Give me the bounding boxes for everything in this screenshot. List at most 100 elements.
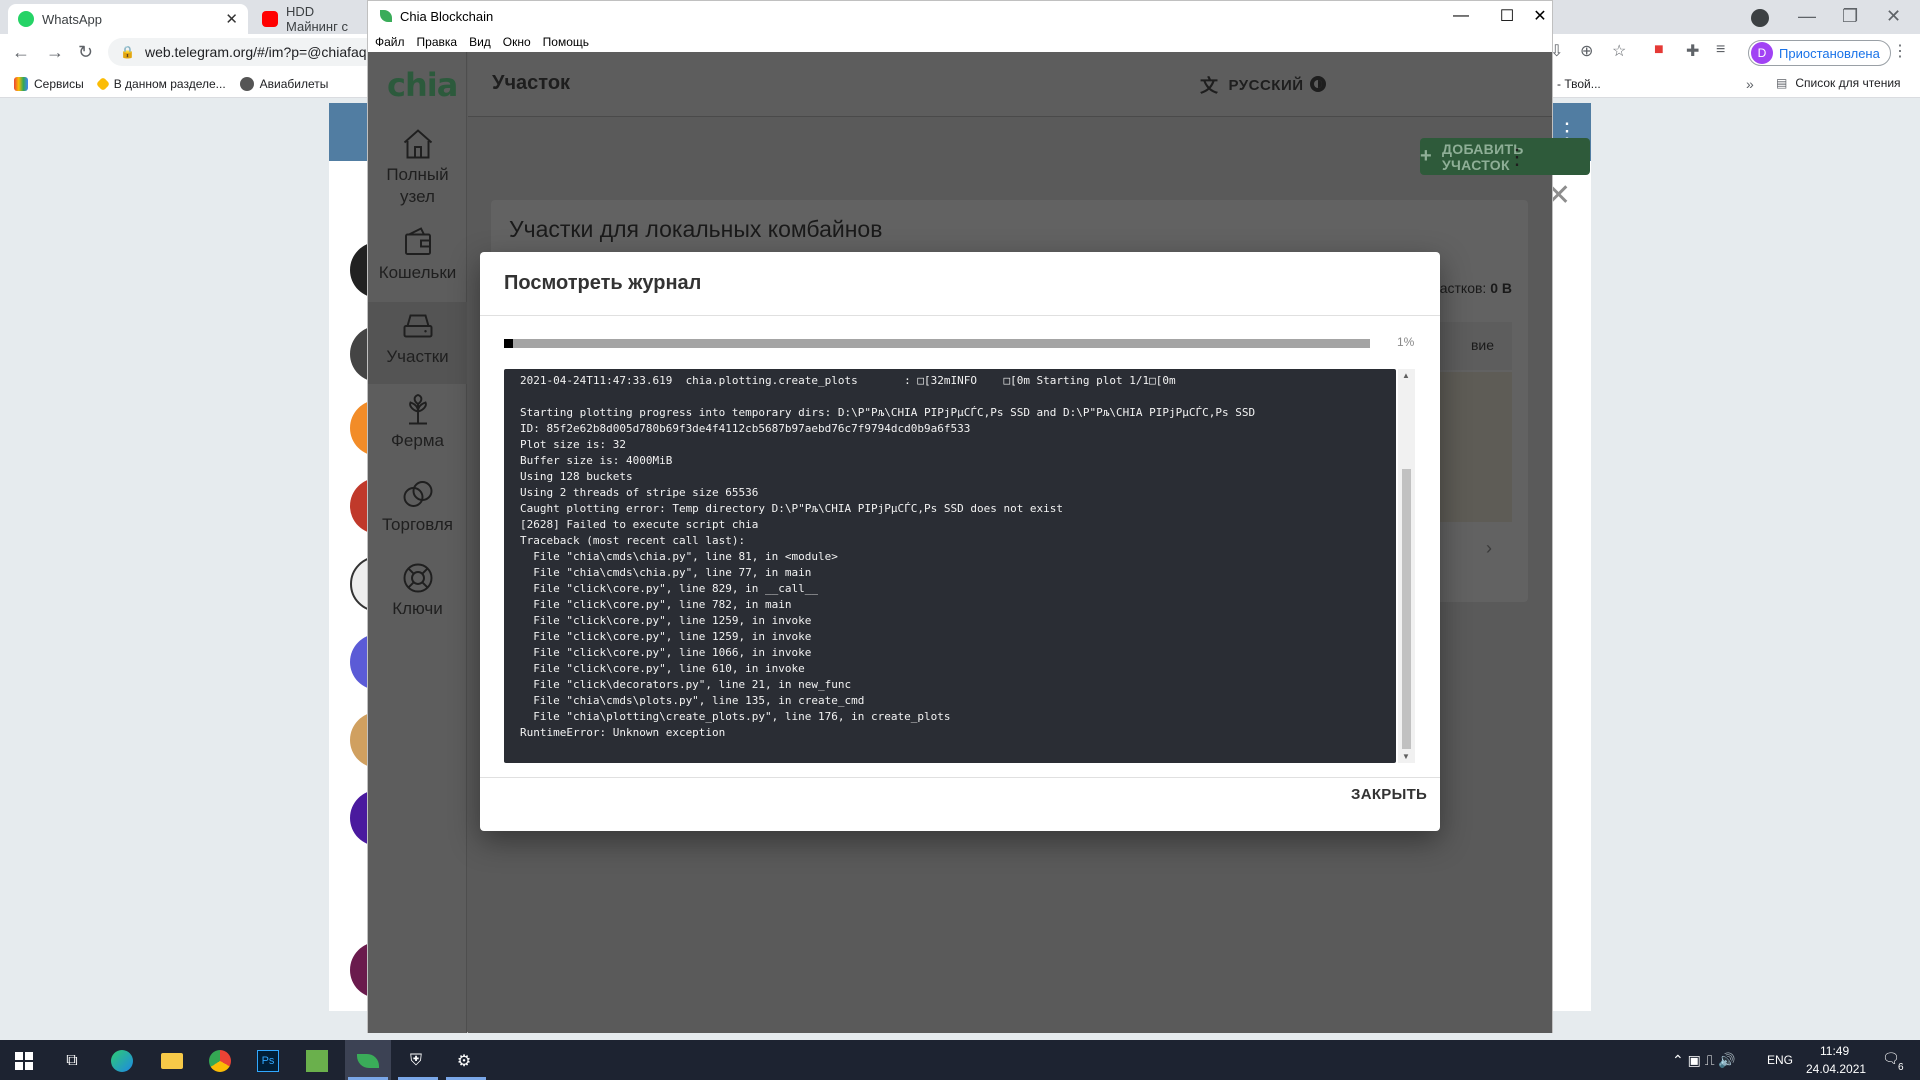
reading-list-icon: ▤	[1776, 76, 1788, 90]
bookmark-star-icon[interactable]: ☆	[1612, 41, 1626, 61]
progress-fill	[504, 339, 513, 348]
browser-menu-icon[interactable]: ⋮	[1892, 41, 1908, 61]
back-icon[interactable]: ←	[12, 42, 30, 63]
bookmark-label: В данном разделе...	[113, 76, 226, 91]
plus-icon: +	[1420, 145, 1432, 167]
scrollbar-thumb[interactable]	[1402, 469, 1411, 749]
tray-icons[interactable]: ⌃ ▣ ⎍ 🔊	[1672, 1052, 1736, 1069]
input-language[interactable]: ENG	[1767, 1053, 1793, 1067]
scroll-down-icon[interactable]: ▼	[1402, 752, 1410, 761]
acrobat-icon[interactable]: ■	[1654, 41, 1664, 59]
menu-help[interactable]: Помощь	[543, 35, 589, 49]
view-log-dialog: Посмотреть журнал 1% 2021-04-24T11:47:33…	[480, 252, 1440, 831]
language-selector[interactable]: 文 РУССКИЙ ▾	[1200, 72, 1321, 98]
file-explorer-icon[interactable]	[160, 1049, 184, 1073]
browser-tab-youtube[interactable]: HDD Майнинг с	[252, 4, 372, 34]
profile-status: Приостановлена	[1779, 45, 1880, 61]
log-output[interactable]: 2021-04-24T11:47:33.619 chia.plotting.cr…	[504, 369, 1396, 763]
browser-tab-whatsapp[interactable]: WhatsApp ✕	[8, 4, 248, 34]
nav-label: узел	[400, 187, 435, 206]
chrome-icon[interactable]	[208, 1049, 232, 1073]
task-view-icon[interactable]: ⧉	[60, 1049, 84, 1073]
bookmark-section[interactable]: В данном разделе...	[95, 76, 226, 91]
nav-farm[interactable]: Ферма	[368, 386, 467, 468]
dialog-divider	[480, 315, 1440, 316]
close-tab-icon[interactable]: ✕	[225, 10, 238, 28]
bookmark-flights[interactable]: Авиабилеты	[239, 76, 329, 91]
bookmark-overflow-fragment[interactable]: - Твой...	[1557, 77, 1601, 91]
close-window-button[interactable]: ✕	[1528, 1, 1552, 31]
scroll-up-icon[interactable]: ▲	[1402, 371, 1410, 380]
nav-label: Полный	[386, 165, 449, 184]
add-plot-button[interactable]: + ДОБАВИТЬ УЧАСТОК	[1420, 138, 1590, 175]
dialog-divider	[480, 777, 1440, 778]
profile-button[interactable]: D Приостановлена	[1748, 40, 1891, 66]
browser-tab-label: WhatsApp	[42, 11, 102, 27]
menu-view[interactable]: Вид	[469, 35, 491, 49]
minimize-button[interactable]: —	[1438, 1, 1484, 31]
reading-list-button[interactable]: ▤ Список для чтения	[1776, 76, 1901, 90]
extensions-icon[interactable]: ✚	[1686, 41, 1699, 61]
tab-search-icon[interactable]	[1746, 6, 1774, 30]
apps-grid-icon	[14, 76, 28, 91]
restore-browser-icon[interactable]: ❐	[1842, 6, 1858, 27]
security-shield-icon[interactable]: ⛨	[404, 1049, 428, 1073]
more-bookmarks-icon[interactable]: »	[1746, 76, 1754, 92]
theme-toggle-icon[interactable]	[1306, 72, 1330, 96]
bookmark-services[interactable]: Сервисы	[14, 76, 84, 91]
address-bar[interactable]: 🔒 web.telegram.org/#/im?p=@chiafaq	[108, 38, 398, 66]
chia-logo: chia	[387, 66, 458, 104]
whatsapp-icon	[18, 11, 34, 27]
home-icon	[403, 129, 432, 159]
minimize-browser-icon[interactable]: —	[1798, 6, 1816, 27]
app-sidebar: chia Полный узел Кошельки Участки Ферма …	[368, 52, 467, 1033]
language-label: РУССКИЙ	[1228, 76, 1304, 94]
log-scrollbar[interactable]: ▲ ▼	[1398, 369, 1415, 763]
nav-wallets[interactable]: Кошельки	[368, 218, 467, 300]
window-title: Chia Blockchain	[400, 8, 494, 24]
windows-start-icon[interactable]	[12, 1049, 36, 1073]
trade-icon	[403, 481, 432, 507]
zoom-icon[interactable]: ⊕	[1580, 41, 1593, 61]
next-page-icon[interactable]: ›	[1486, 538, 1492, 559]
hdd-icon	[403, 314, 432, 338]
page-title: Участок	[492, 72, 571, 94]
chia-taskbar-icon[interactable]	[356, 1049, 380, 1073]
app-header: Участок 文 РУССКИЙ ▾	[468, 52, 1552, 117]
plot-progress-bar	[504, 339, 1370, 348]
nav-full-node[interactable]: Полный узел	[368, 120, 467, 210]
translate-icon: 文	[1200, 76, 1219, 96]
edge-icon[interactable]	[110, 1049, 134, 1073]
nav-label: Торговля	[381, 515, 453, 534]
profile-avatar: D	[1751, 42, 1773, 64]
nav-trading[interactable]: Торговля	[368, 470, 467, 552]
more-options-icon[interactable]: ⋮	[1506, 144, 1528, 170]
column-header-fragment: вие	[1470, 337, 1494, 353]
card-title: Участки для локальных комбайнов	[509, 216, 883, 242]
total-size-value: 0 B	[1490, 280, 1512, 296]
close-browser-icon[interactable]: ✕	[1886, 6, 1901, 27]
settings-gear-icon[interactable]: ⚙	[452, 1049, 476, 1073]
forward-icon[interactable]: →	[46, 42, 64, 63]
nav-plots[interactable]: Участки	[368, 302, 467, 384]
bookmark-label: Авиабилеты	[259, 76, 329, 91]
maps-app-icon[interactable]	[305, 1049, 329, 1073]
reading-list-label: Список для чтения	[1795, 76, 1901, 90]
playlist-icon[interactable]: ≡	[1716, 41, 1725, 59]
reload-icon[interactable]: ↻	[78, 42, 93, 63]
globe-icon	[239, 76, 254, 91]
clock-time[interactable]: 11:49	[1820, 1044, 1849, 1058]
clock-date[interactable]: 24.04.2021	[1806, 1062, 1866, 1076]
maximize-button[interactable]: ☐	[1484, 1, 1530, 31]
menu-bar: Файл Правка Вид Окно Помощь	[368, 31, 1552, 52]
menu-file[interactable]: Файл	[375, 35, 405, 49]
dialog-title: Посмотреть журнал	[504, 272, 702, 294]
bookmark-label: Сервисы	[34, 76, 84, 91]
nav-keys[interactable]: Ключи	[368, 554, 467, 636]
photoshop-icon[interactable]: Ps	[256, 1049, 280, 1073]
total-size: астков: 0 B	[1440, 280, 1512, 296]
lock-icon: 🔒	[120, 45, 135, 59]
menu-edit[interactable]: Правка	[417, 35, 458, 49]
menu-window[interactable]: Окно	[503, 35, 531, 49]
close-button[interactable]: ЗАКРЫТЬ	[1351, 786, 1427, 803]
